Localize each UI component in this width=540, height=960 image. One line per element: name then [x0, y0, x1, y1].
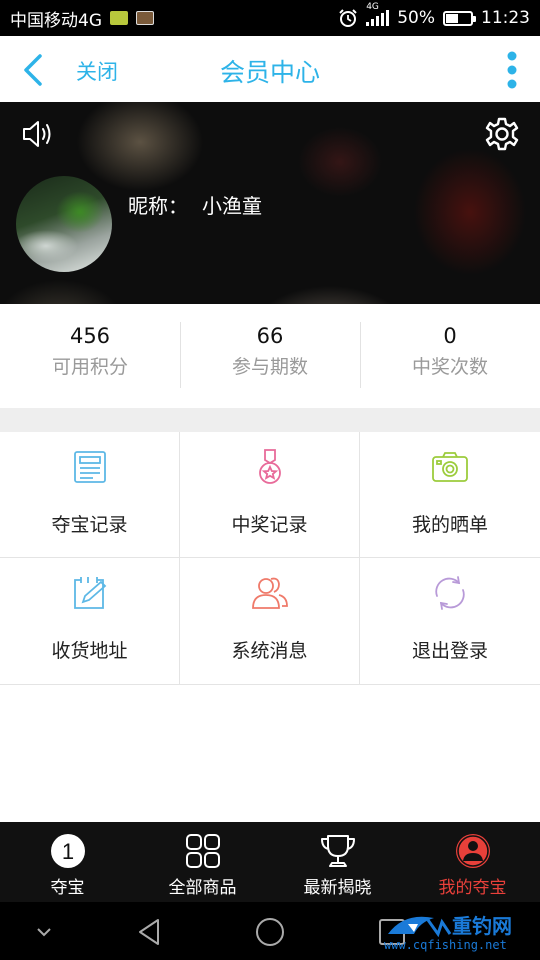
menu-item-logout[interactable]: 退出登录: [360, 558, 540, 685]
stat-label: 中奖次数: [411, 356, 488, 378]
carrier-text: 中国移动4G: [10, 10, 102, 31]
sim-card-icon: [110, 11, 128, 25]
menu-item-my-shares[interactable]: 我的晒单: [360, 432, 540, 558]
profile-banner: 昵称： 小渔童: [0, 102, 540, 304]
status-bar: 中国移动4G 4G 50% 11:23: [0, 0, 540, 36]
record-list-icon: [73, 451, 106, 483]
menu-item-prize-records[interactable]: 中奖记录: [180, 432, 360, 558]
home-circle-icon[interactable]: [254, 916, 286, 948]
gear-icon[interactable]: [484, 116, 520, 152]
stat-wins[interactable]: 0 中奖次数: [360, 304, 540, 408]
signal-icon: [366, 10, 390, 26]
stat-label: 可用积分: [51, 356, 128, 378]
stats-row: 456 可用积分 66 参与期数 0 中奖次数: [0, 304, 540, 408]
nickname-row: 昵称： 小渔童: [128, 190, 262, 219]
watermark-url: www.cqfishing.net: [384, 938, 507, 952]
stat-label: 参与期数: [231, 356, 308, 378]
menu-item-label: 系统消息: [231, 640, 308, 662]
stat-value: 0: [443, 324, 457, 348]
tab-label: 全部商品: [168, 878, 237, 898]
watermark-logo: 重钓网 www.cqfishing.net: [384, 908, 534, 956]
tab-all-products[interactable]: 全部商品: [135, 822, 270, 902]
nickname-label: 昵称：: [128, 194, 188, 218]
users-icon: [251, 577, 288, 609]
title-bar: 关闭 会员中心: [0, 36, 540, 102]
tab-badge: 1: [61, 839, 73, 864]
avatar[interactable]: [16, 176, 112, 272]
menu-item-label: 我的晒单: [411, 514, 488, 536]
tab-label: 夺宝: [50, 878, 85, 898]
tab-label: 最新揭晓: [303, 878, 372, 898]
system-nav-bar: 重钓网 www.cqfishing.net: [0, 902, 540, 960]
menu-item-shipping-address[interactable]: 收货地址: [0, 558, 180, 685]
trophy-icon: [320, 835, 355, 867]
page-title: 会员中心: [219, 58, 320, 87]
alarm-icon: [339, 9, 357, 27]
refresh-icon: [435, 576, 465, 610]
user-icon: [455, 834, 490, 868]
menu-item-label: 中奖记录: [231, 514, 308, 536]
number-one-icon: 1: [50, 834, 85, 868]
network-badge: 4G: [366, 2, 379, 12]
tab-my-treasure[interactable]: 我的夺宝: [405, 822, 540, 902]
battery-text: 50%: [397, 8, 435, 28]
stat-value: 456: [69, 324, 111, 348]
menu-item-label: 夺宝记录: [51, 514, 128, 536]
tab-treasure[interactable]: 1 夺宝: [0, 822, 135, 902]
gallery-icon: [136, 11, 154, 25]
grid-icon: [185, 834, 220, 868]
more-vertical-icon[interactable]: [506, 50, 518, 90]
chevron-down-icon[interactable]: [28, 916, 60, 948]
stat-value: 66: [256, 324, 284, 348]
edit-calendar-icon: [73, 577, 106, 609]
speaker-icon[interactable]: [20, 116, 56, 152]
menu-item-label: 退出登录: [411, 640, 488, 662]
fishing-logo-icon: [388, 916, 452, 938]
stat-participations[interactable]: 66 参与期数: [180, 304, 360, 408]
menu-item-label: 收货地址: [51, 640, 128, 662]
stat-points[interactable]: 456 可用积分: [0, 304, 180, 408]
clock: 11:23: [481, 8, 530, 28]
battery-icon: [443, 10, 476, 26]
section-divider: [0, 408, 540, 432]
back-triangle-icon[interactable]: [134, 916, 166, 948]
nickname: 小渔童: [202, 194, 262, 218]
watermark-name: 重钓网: [452, 914, 512, 938]
tab-label: 我的夺宝: [438, 878, 507, 898]
menu-item-system-messages[interactable]: 系统消息: [180, 558, 360, 685]
bottom-tab-bar: 1 夺宝 全部商品 最新揭晓 我的夺宝: [0, 822, 540, 902]
medal-icon: [258, 449, 281, 484]
menu-grid: 夺宝记录 中奖记录 我的晒单 收货地址 系统消息 退出登录: [0, 432, 540, 685]
menu-item-treasure-records[interactable]: 夺宝记录: [0, 432, 180, 558]
tab-latest-results[interactable]: 最新揭晓: [270, 822, 405, 902]
camera-icon: [432, 452, 468, 482]
